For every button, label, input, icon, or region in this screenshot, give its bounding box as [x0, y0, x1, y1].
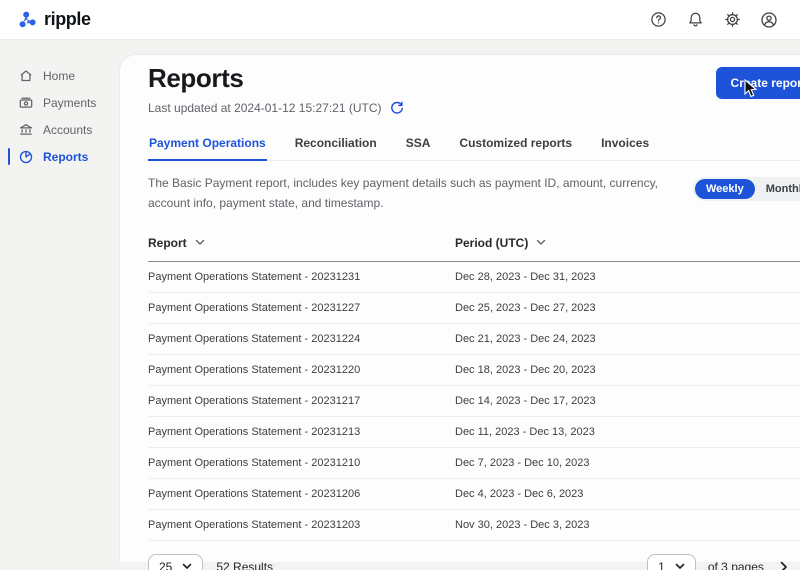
reports-table: Report Period (UTC) Payment Operations S…	[148, 228, 800, 541]
table-row: Payment Operations Statement - 20231231 …	[148, 262, 800, 293]
chevron-right-icon	[780, 561, 788, 570]
reports-icon	[18, 149, 34, 165]
tab-reconciliation[interactable]: Reconciliation	[294, 131, 378, 161]
table-row: Payment Operations Statement - 20231224 …	[148, 324, 800, 355]
table-footer: 25 52 Results 1 of 3 pages	[148, 554, 800, 570]
chevron-down-icon	[536, 239, 546, 246]
report-period: Dec 28, 2023 - Dec 31, 2023	[455, 271, 787, 283]
column-header-report[interactable]: Report	[148, 236, 455, 250]
sidebar-item-payments[interactable]: Payments	[0, 89, 120, 116]
table-header: Report Period (UTC)	[148, 228, 800, 262]
chevron-down-icon	[195, 239, 205, 246]
table-row: Payment Operations Statement - 20231206 …	[148, 479, 800, 510]
brand-name: ripple	[44, 9, 91, 30]
report-name: Payment Operations Statement - 20231224	[148, 333, 455, 345]
report-description: The Basic Payment report, includes key p…	[148, 174, 693, 214]
results-count: 52 Results	[216, 560, 273, 570]
report-name: Payment Operations Statement - 20231220	[148, 364, 455, 376]
frequency-toggle: Weekly Monthly	[693, 177, 800, 201]
sidebar: Home Payments Accounts	[0, 40, 120, 570]
ripple-logo: ripple	[18, 9, 91, 30]
toggle-monthly[interactable]: Monthly	[755, 179, 800, 199]
table-row: Payment Operations Statement - 20231227 …	[148, 293, 800, 324]
chevron-down-icon	[182, 563, 192, 570]
bell-icon	[687, 11, 704, 28]
pages-label: of 3 pages	[708, 560, 764, 570]
settings-button[interactable]	[719, 7, 745, 33]
refresh-icon	[390, 101, 404, 115]
report-name: Payment Operations Statement - 20231206	[148, 488, 455, 500]
sidebar-item-accounts[interactable]: Accounts	[0, 116, 120, 143]
report-period: Dec 18, 2023 - Dec 20, 2023	[455, 364, 787, 376]
report-name: Payment Operations Statement - 20231217	[148, 395, 455, 407]
report-period: Dec 7, 2023 - Dec 10, 2023	[455, 457, 787, 469]
table-row: Payment Operations Statement - 20231220 …	[148, 355, 800, 386]
account-button[interactable]	[756, 7, 782, 33]
report-period: Dec 21, 2023 - Dec 24, 2023	[455, 333, 787, 345]
next-page-button[interactable]	[776, 557, 792, 570]
create-report-button[interactable]: Create report	[716, 67, 800, 99]
report-period: Nov 30, 2023 - Dec 3, 2023	[455, 519, 787, 531]
page-select[interactable]: 1	[647, 554, 696, 570]
report-period: Dec 11, 2023 - Dec 13, 2023	[455, 426, 787, 438]
page-title: Reports	[148, 63, 404, 94]
report-name: Payment Operations Statement - 20231213	[148, 426, 455, 438]
last-updated-text: Last updated at 2024-01-12 15:27:21 (UTC…	[148, 101, 381, 115]
tab-customized-reports[interactable]: Customized reports	[458, 131, 573, 161]
help-button[interactable]	[645, 7, 671, 33]
tab-payment-operations[interactable]: Payment Operations	[148, 131, 267, 161]
table-row: Payment Operations Statement - 20231217 …	[148, 386, 800, 417]
sidebar-item-reports[interactable]: Reports	[0, 143, 120, 170]
sidebar-item-home[interactable]: Home	[0, 62, 120, 89]
report-name: Payment Operations Statement - 20231203	[148, 519, 455, 531]
topbar: ripple	[0, 0, 800, 40]
column-header-period[interactable]: Period (UTC)	[455, 236, 787, 250]
toggle-weekly[interactable]: Weekly	[695, 179, 755, 199]
accounts-icon	[18, 122, 34, 138]
report-name: Payment Operations Statement - 20231227	[148, 302, 455, 314]
table-row: Payment Operations Statement - 20231203 …	[148, 510, 800, 541]
main-content: Reports Last updated at 2024-01-12 15:27…	[120, 55, 800, 562]
gear-icon	[724, 11, 741, 28]
table-row: Payment Operations Statement - 20231213 …	[148, 417, 800, 448]
refresh-button[interactable]	[390, 101, 404, 115]
report-name: Payment Operations Statement - 20231210	[148, 457, 455, 469]
notifications-button[interactable]	[682, 7, 708, 33]
sidebar-item-label: Accounts	[43, 123, 92, 137]
help-icon	[650, 11, 667, 28]
page-size-select[interactable]: 25	[148, 554, 203, 570]
ripple-logo-icon	[18, 10, 38, 30]
table-row: Payment Operations Statement - 20231210 …	[148, 448, 800, 479]
tab-invoices[interactable]: Invoices	[600, 131, 650, 161]
report-name: Payment Operations Statement - 20231231	[148, 271, 455, 283]
report-period: Dec 14, 2023 - Dec 17, 2023	[455, 395, 787, 407]
report-period: Dec 4, 2023 - Dec 6, 2023	[455, 488, 787, 500]
tab-bar: Payment Operations Reconciliation SSA Cu…	[148, 131, 800, 161]
home-icon	[18, 68, 34, 84]
user-icon	[760, 11, 778, 29]
tab-ssa[interactable]: SSA	[405, 131, 432, 161]
chevron-down-icon	[675, 563, 685, 570]
sidebar-item-label: Home	[43, 69, 75, 83]
report-period: Dec 25, 2023 - Dec 27, 2023	[455, 302, 787, 314]
sidebar-item-label: Reports	[43, 150, 88, 164]
payments-icon	[18, 95, 34, 111]
sidebar-item-label: Payments	[43, 96, 96, 110]
